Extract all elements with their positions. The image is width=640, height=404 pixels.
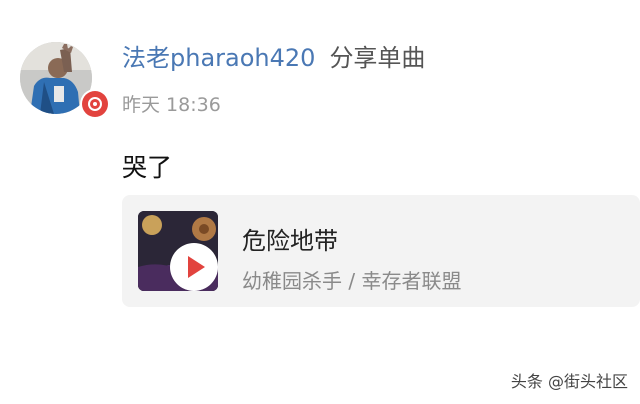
post-header: 法老pharaoh420 分享单曲: [122, 38, 425, 73]
play-icon: [188, 256, 205, 278]
play-button[interactable]: [170, 243, 218, 291]
song-artist: 幼稚园杀手 / 幸存者联盟: [242, 269, 462, 293]
badge-disc: [82, 91, 108, 117]
post-comment: 哭了: [122, 153, 173, 182]
music-badge-icon: [80, 89, 110, 119]
music-card[interactable]: 危险地带 幼稚园杀手 / 幸存者联盟: [122, 195, 640, 307]
share-action-text: 分享单曲: [329, 44, 426, 72]
watermark: 头条 @街头社区: [510, 372, 628, 391]
post-time: 昨天 18:36: [122, 94, 221, 116]
song-title[interactable]: 危险地带: [242, 221, 338, 256]
username-link[interactable]: 法老pharaoh420: [122, 44, 315, 72]
album-cover[interactable]: [138, 211, 218, 291]
shared-song-post: 法老pharaoh420 分享单曲 昨天 18:36 哭了 危险地带 幼稚园杀手 …: [0, 0, 640, 404]
